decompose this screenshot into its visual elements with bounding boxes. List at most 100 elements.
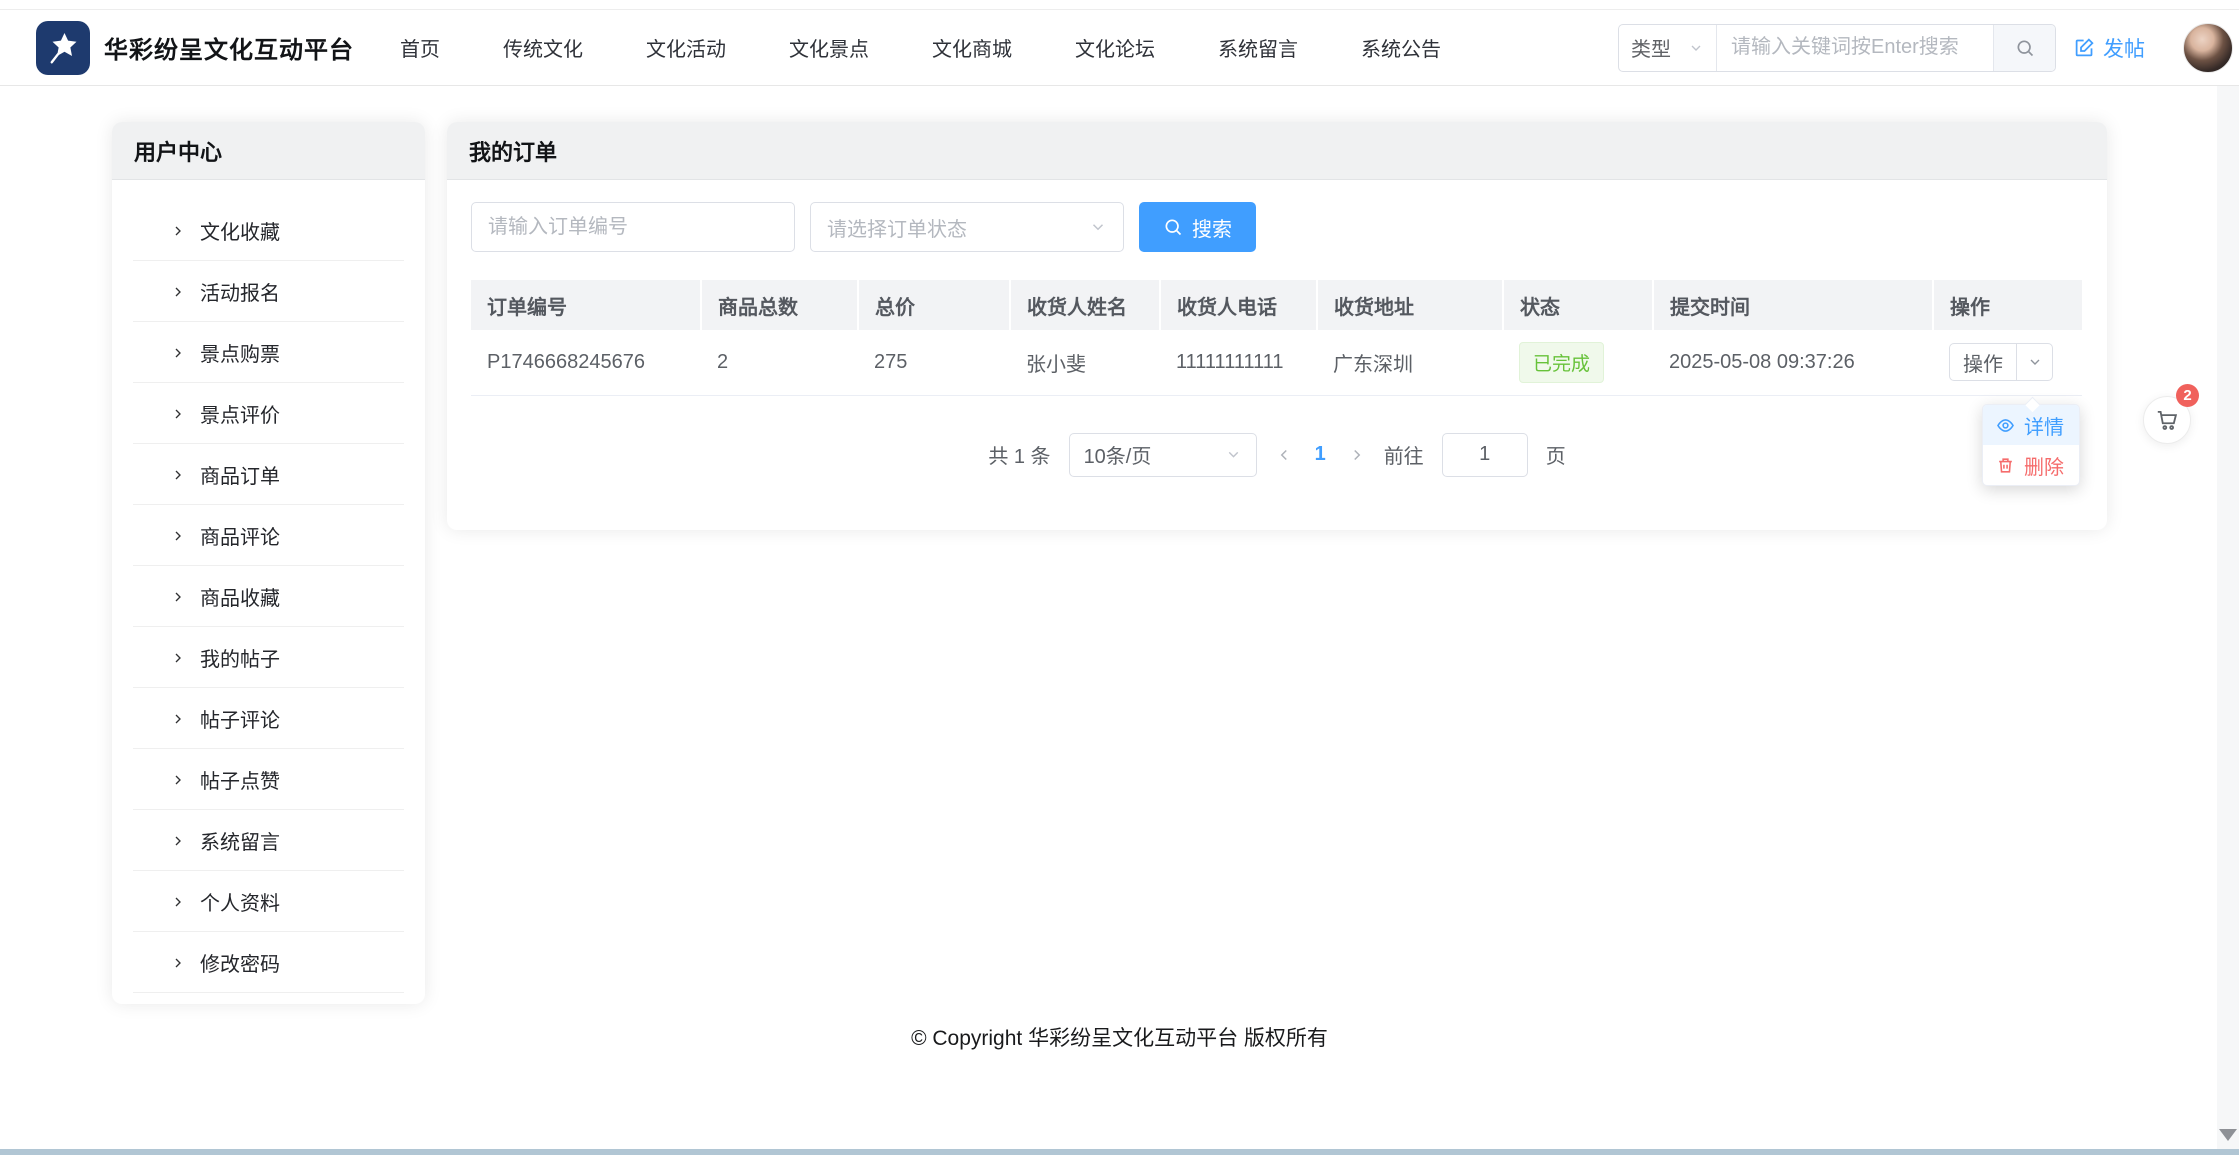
nav-item-home[interactable]: 首页 [400, 33, 440, 62]
cart-icon [2154, 407, 2180, 433]
col-total-price: 总价 [858, 280, 1010, 330]
create-post-button[interactable]: 发帖 [2074, 33, 2145, 63]
order-status-placeholder: 请选择订单状态 [827, 213, 967, 242]
chevron-right-icon [170, 955, 186, 971]
main-nav: 首页 传统文化 文化活动 文化景点 文化商城 文化论坛 系统留言 系统公告 [400, 33, 1441, 62]
row-action-label: 操作 [1950, 344, 2016, 380]
my-orders-panel: 我的订单 请选择订单状态 搜索 [447, 122, 2107, 530]
cell-address: 广东深圳 [1317, 330, 1503, 395]
page: 华彩纷呈文化互动平台 首页 传统文化 文化活动 文化景点 文化商城 文化论坛 系… [0, 0, 2239, 1155]
nav-item-system-messages[interactable]: 系统留言 [1218, 33, 1298, 62]
sidebar-item-attraction-reviews[interactable]: 景点评价 [112, 383, 425, 444]
col-actions: 操作 [1933, 280, 2082, 330]
orders-table: 订单编号 商品总数 总价 收货人姓名 收货人电话 收货地址 状态 提交时间 操作… [471, 280, 2082, 396]
nav-item-culture-mall[interactable]: 文化商城 [932, 33, 1012, 62]
chevron-right-icon [170, 528, 186, 544]
sidebar-item-product-comments[interactable]: 商品评论 [112, 505, 425, 566]
search-icon [2015, 38, 2035, 58]
col-receiver-phone: 收货人电话 [1160, 280, 1317, 330]
eye-icon [1996, 416, 2015, 435]
header: 华彩纷呈文化互动平台 首页 传统文化 文化活动 文化景点 文化商城 文化论坛 系… [0, 10, 2239, 86]
sidebar-item-label: 文化收藏 [200, 216, 280, 245]
row-action-caret[interactable] [2016, 344, 2052, 380]
chevron-right-icon [170, 406, 186, 422]
page-size-value: 10条/页 [1084, 440, 1152, 469]
horizontal-scrollbar[interactable] [0, 1149, 2239, 1155]
cell-status: 已完成 [1503, 330, 1653, 395]
order-status-select[interactable]: 请选择订单状态 [810, 202, 1124, 252]
search-icon [1163, 217, 1183, 237]
search-type-select[interactable]: 类型 [1619, 25, 1717, 71]
cell-actions: 操作 [1933, 330, 2082, 395]
sidebar-menu: 文化收藏 活动报名 景点购票 景点评价 商品订单 商品评论 商品收藏 我的帖子 … [112, 180, 425, 993]
pagination: 共 1 条 10条/页 1 前往 页 [471, 430, 2083, 480]
sidebar-item-profile[interactable]: 个人资料 [112, 871, 425, 932]
goto-page-input[interactable] [1442, 433, 1528, 477]
col-status: 状态 [1503, 280, 1653, 330]
keyword-search-input[interactable] [1717, 25, 1993, 71]
cell-quantity: 2 [701, 330, 858, 395]
nav-item-culture-activities[interactable]: 文化活动 [646, 33, 726, 62]
chevron-right-icon [170, 467, 186, 483]
nav-item-culture-forum[interactable]: 文化论坛 [1075, 33, 1155, 62]
col-receiver-name: 收货人姓名 [1010, 280, 1160, 330]
chevron-down-icon [1089, 218, 1107, 236]
page-unit-label: 页 [1546, 440, 1566, 469]
brand[interactable]: 华彩纷呈文化互动平台 [36, 21, 354, 75]
sidebar-item-product-orders[interactable]: 商品订单 [112, 444, 425, 505]
cell-receiver-phone: 11111111111 [1160, 330, 1317, 395]
create-post-label: 发帖 [2103, 33, 2145, 63]
header-right: 类型 发帖 [1618, 23, 2233, 73]
sidebar-item-my-posts[interactable]: 我的帖子 [112, 627, 425, 688]
vertical-scrollbar-track[interactable] [2217, 86, 2239, 1149]
nav-item-traditional-culture[interactable]: 传统文化 [503, 33, 583, 62]
sidebar-item-label: 活动报名 [200, 277, 280, 306]
search-button-label: 搜索 [1192, 213, 1232, 242]
sidebar-item-post-likes[interactable]: 帖子点赞 [112, 749, 425, 810]
order-filter-row: 请选择订单状态 搜索 [471, 202, 2083, 252]
star-wand-icon [45, 30, 81, 66]
goto-label: 前往 [1384, 440, 1424, 469]
dropdown-delete-label: 删除 [2024, 451, 2064, 480]
dropdown-item-delete[interactable]: 删除 [1983, 445, 2079, 485]
prev-page-button[interactable] [1275, 446, 1293, 464]
chevron-right-icon [170, 589, 186, 605]
sidebar-item-post-comments[interactable]: 帖子评论 [112, 688, 425, 749]
order-number-input[interactable] [471, 202, 795, 252]
sidebar-item-label: 景点评价 [200, 399, 280, 428]
action-dropdown-menu: 详情 删除 [1982, 404, 2080, 486]
sidebar-item-culture-favorites[interactable]: 文化收藏 [112, 200, 425, 261]
scroll-down-triangle-icon[interactable] [2219, 1129, 2237, 1141]
nav-item-culture-attractions[interactable]: 文化景点 [789, 33, 869, 62]
sidebar-item-label: 系统留言 [200, 826, 280, 855]
sidebar-item-label: 商品评论 [200, 521, 280, 550]
sidebar-item-activity-signup[interactable]: 活动报名 [112, 261, 425, 322]
chevron-right-icon [170, 711, 186, 727]
chevron-right-icon [170, 833, 186, 849]
cell-order-no: P1746668245676 [471, 330, 701, 395]
search-orders-button[interactable]: 搜索 [1139, 202, 1256, 252]
row-action-button[interactable]: 操作 [1949, 343, 2053, 381]
pagination-total: 共 1 条 [988, 440, 1050, 469]
nav-item-system-announcements[interactable]: 系统公告 [1361, 33, 1441, 62]
logo [36, 21, 90, 75]
page-size-select[interactable]: 10条/页 [1069, 433, 1257, 477]
user-avatar[interactable] [2183, 23, 2233, 73]
chevron-right-icon [170, 772, 186, 788]
cart-count-badge: 2 [2176, 384, 2199, 407]
next-page-button[interactable] [1348, 446, 1366, 464]
sidebar-item-label: 景点购票 [200, 338, 280, 367]
sidebar-item-attraction-tickets[interactable]: 景点购票 [112, 322, 425, 383]
sidebar-item-product-favorites[interactable]: 商品收藏 [112, 566, 425, 627]
header-search-button[interactable] [1993, 25, 2055, 71]
sidebar-item-label: 帖子评论 [200, 704, 280, 733]
brand-name: 华彩纷呈文化互动平台 [104, 30, 354, 65]
sidebar-item-label: 个人资料 [200, 887, 280, 916]
panel-title: 我的订单 [447, 122, 2107, 180]
sidebar-item-change-password[interactable]: 修改密码 [112, 932, 425, 993]
cell-receiver-name: 张小斐 [1010, 330, 1160, 395]
col-address: 收货地址 [1317, 280, 1503, 330]
sidebar-item-system-messages[interactable]: 系统留言 [112, 810, 425, 871]
page-number-1[interactable]: 1 [1311, 443, 1330, 466]
panel-body: 请选择订单状态 搜索 订单编号 商品总数 总价 [447, 180, 2107, 480]
